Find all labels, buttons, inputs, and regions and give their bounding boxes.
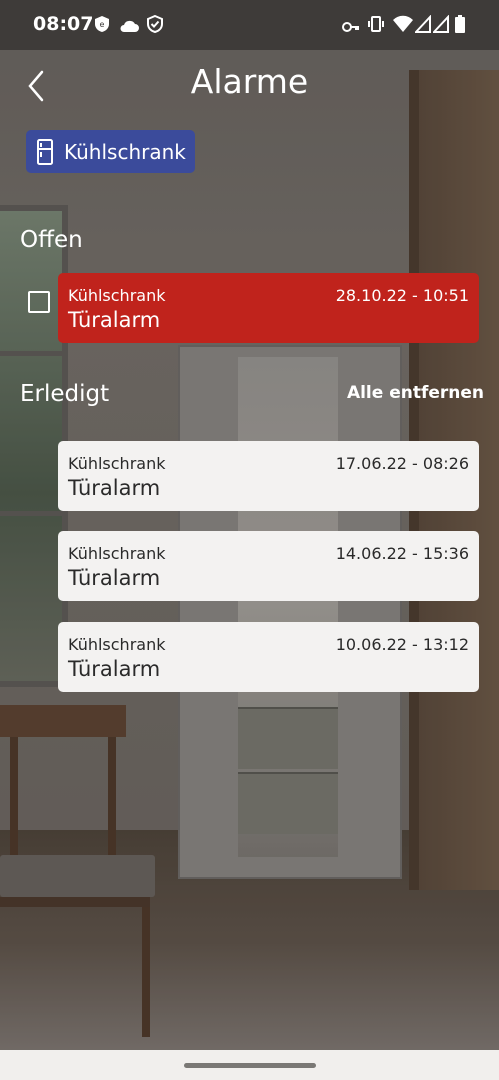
shield-check-icon xyxy=(147,15,163,33)
cloud-icon xyxy=(120,20,139,32)
alarm-card-done[interactable]: Kühlschrank 14.06.22 - 15:36 Türalarm xyxy=(58,531,479,601)
filter-chip-fridge[interactable]: Kühlschrank xyxy=(26,130,195,173)
section-title-open: Offen xyxy=(20,227,83,253)
shield-badge-icon: e xyxy=(95,16,109,32)
key-icon xyxy=(342,22,359,32)
alarm-device: Kühlschrank xyxy=(68,454,166,473)
section-title-done: Erledigt xyxy=(20,381,110,407)
filter-chip-label: Kühlschrank xyxy=(64,139,186,164)
alarm-device: Kühlschrank xyxy=(68,635,166,654)
alarm-device: Kühlschrank xyxy=(68,544,166,563)
alarm-name: Türalarm xyxy=(68,308,161,332)
battery-icon xyxy=(455,15,465,33)
alarm-name: Türalarm xyxy=(68,476,161,500)
alarm-checkbox[interactable] xyxy=(28,291,50,313)
alarm-name: Türalarm xyxy=(68,657,161,681)
status-bar: 08:07 e xyxy=(0,0,499,50)
home-gesture-handle[interactable] xyxy=(184,1063,316,1068)
alarm-card-done[interactable]: Kühlschrank 17.06.22 - 08:26 Türalarm xyxy=(58,441,479,511)
page-title: Alarme xyxy=(190,62,309,101)
wifi-icon xyxy=(393,15,413,32)
alarm-device: Kühlschrank xyxy=(68,286,166,305)
vibrate-icon xyxy=(368,16,384,32)
alarm-date: 28.10.22 - 10:51 xyxy=(335,286,469,305)
clear-all-button[interactable]: Alle entfernen xyxy=(347,383,484,403)
status-time: 08:07 xyxy=(33,13,94,35)
svg-text:e: e xyxy=(100,20,105,29)
navigation-bar xyxy=(0,1050,499,1080)
fridge-icon xyxy=(37,138,53,165)
signal-icon xyxy=(415,15,431,33)
signal-icon xyxy=(433,15,449,33)
alarm-name: Türalarm xyxy=(68,566,161,590)
alarm-date: 17.06.22 - 08:26 xyxy=(335,454,469,473)
alarm-card-open[interactable]: Kühlschrank 28.10.22 - 10:51 Türalarm xyxy=(58,273,479,343)
alarm-card-done[interactable]: Kühlschrank 10.06.22 - 13:12 Türalarm xyxy=(58,622,479,692)
alarm-date: 10.06.22 - 13:12 xyxy=(335,635,469,654)
alarm-date: 14.06.22 - 15:36 xyxy=(335,544,469,563)
